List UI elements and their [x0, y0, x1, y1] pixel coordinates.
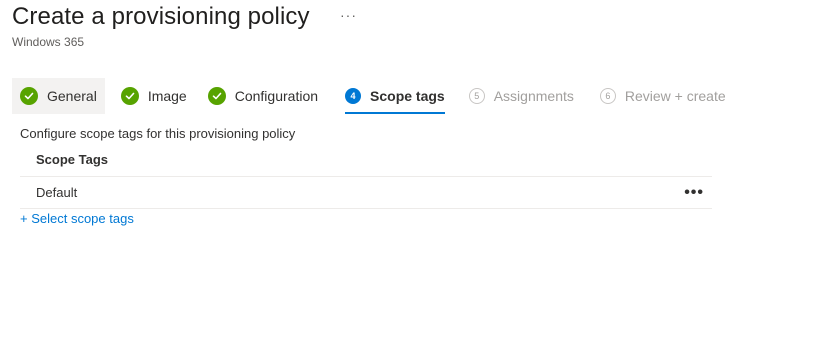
step-label: Scope tags — [370, 88, 445, 104]
step-label: Review + create — [624, 88, 726, 104]
select-scope-tags-link[interactable]: + Select scope tags — [20, 211, 134, 226]
wizard-steps: General Image Configuration 4 Scope tags… — [12, 78, 734, 114]
more-options-icon[interactable]: ··· — [340, 7, 357, 23]
table-row: Default ••• — [20, 177, 712, 209]
scope-tags-table: Scope Tags Default ••• — [20, 146, 712, 209]
step-general[interactable]: General — [12, 78, 105, 114]
checkmark-icon — [20, 87, 38, 105]
step-assignments[interactable]: 5 Assignments — [461, 78, 582, 114]
page-subtitle: Windows 365 — [12, 35, 85, 49]
table-header: Scope Tags — [20, 146, 712, 177]
step-number-badge: 6 — [599, 88, 616, 104]
scope-tag-name: Default — [36, 185, 78, 200]
step-image[interactable]: Image — [113, 78, 195, 114]
step-label: Assignments — [493, 88, 574, 104]
checkmark-icon — [120, 87, 139, 105]
checkmark-icon — [207, 87, 226, 105]
section-description: Configure scope tags for this provisioni… — [20, 126, 296, 141]
step-number-badge: 4 — [345, 88, 362, 104]
step-number-badge: 5 — [468, 88, 485, 104]
step-label: Image — [147, 88, 187, 104]
step-review-create[interactable]: 6 Review + create — [592, 78, 734, 114]
step-label: General — [47, 88, 97, 104]
step-scope-tags[interactable]: 4 Scope tags — [345, 78, 445, 114]
step-configuration[interactable]: Configuration — [200, 78, 326, 114]
step-label: Configuration — [234, 88, 319, 104]
page-title: Create a provisioning policy — [12, 3, 310, 30]
row-more-options-icon[interactable]: ••• — [684, 177, 704, 209]
